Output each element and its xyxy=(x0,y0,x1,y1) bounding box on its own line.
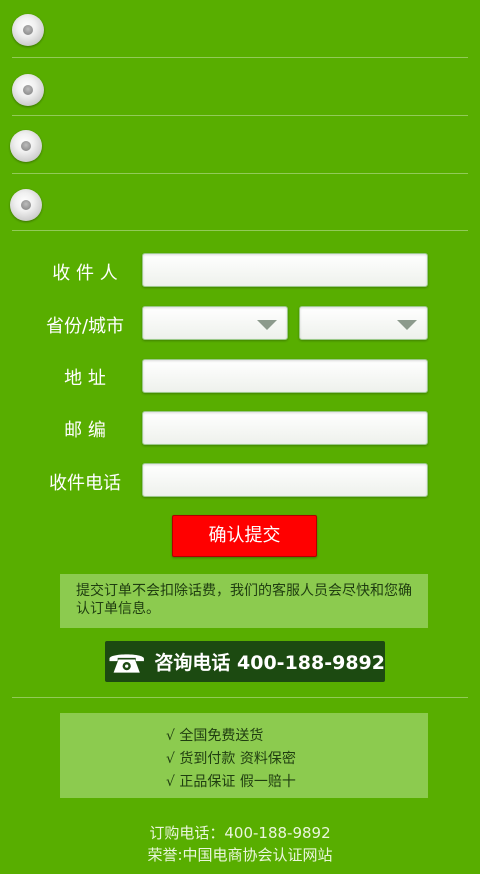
radio-button-1[interactable] xyxy=(12,14,44,46)
submit-button[interactable]: 确认提交 xyxy=(172,515,317,557)
option-row-3[interactable] xyxy=(10,118,468,174)
province-select[interactable] xyxy=(142,306,288,340)
option-row-1[interactable] xyxy=(12,2,468,58)
recipient-input[interactable] xyxy=(142,253,428,287)
footer-order-phone: 订购电话：400-188-9892 xyxy=(149,824,331,842)
section-divider xyxy=(12,697,468,698)
radio-button-2[interactable] xyxy=(12,74,44,106)
features-panel: √ 全国免费送货 √ 货到付款 资料保密 √ 正品保证 假一赔十 xyxy=(60,713,428,798)
hotline-text: 咨询电话 400-188-9892 xyxy=(154,652,385,674)
recipient-label: 收 件 人 xyxy=(52,263,118,284)
phone-label: 收件电话 xyxy=(49,473,121,494)
city-select[interactable] xyxy=(299,306,428,340)
feature-item: √ 货到付款 资料保密 xyxy=(166,751,296,767)
feature-item: √ 正品保证 假一赔十 xyxy=(166,774,296,790)
postcode-input[interactable] xyxy=(142,411,428,445)
address-label: 地 址 xyxy=(64,368,106,389)
province-city-label: 省份/城市 xyxy=(45,316,125,337)
option-row-4[interactable] xyxy=(10,175,468,231)
telephone-icon xyxy=(109,653,144,673)
postcode-label: 邮 编 xyxy=(64,420,106,441)
address-input[interactable] xyxy=(142,359,428,393)
chevron-down-icon xyxy=(257,320,277,330)
hotline-button[interactable]: 咨询电话 400-188-9892 xyxy=(105,641,385,682)
phone-input[interactable] xyxy=(142,463,428,497)
footer-honor: 荣誉:中国电商协会认证网站 xyxy=(147,846,333,864)
chevron-down-icon xyxy=(397,320,417,330)
feature-item: √ 全国免费送货 xyxy=(166,728,264,744)
radio-button-3[interactable] xyxy=(10,130,42,162)
radio-button-4[interactable] xyxy=(10,189,42,221)
option-row-2[interactable] xyxy=(12,60,468,116)
order-notice: 提交订单不会扣除话费，我们的客服人员会尽快和您确认订单信息。 xyxy=(60,574,428,628)
